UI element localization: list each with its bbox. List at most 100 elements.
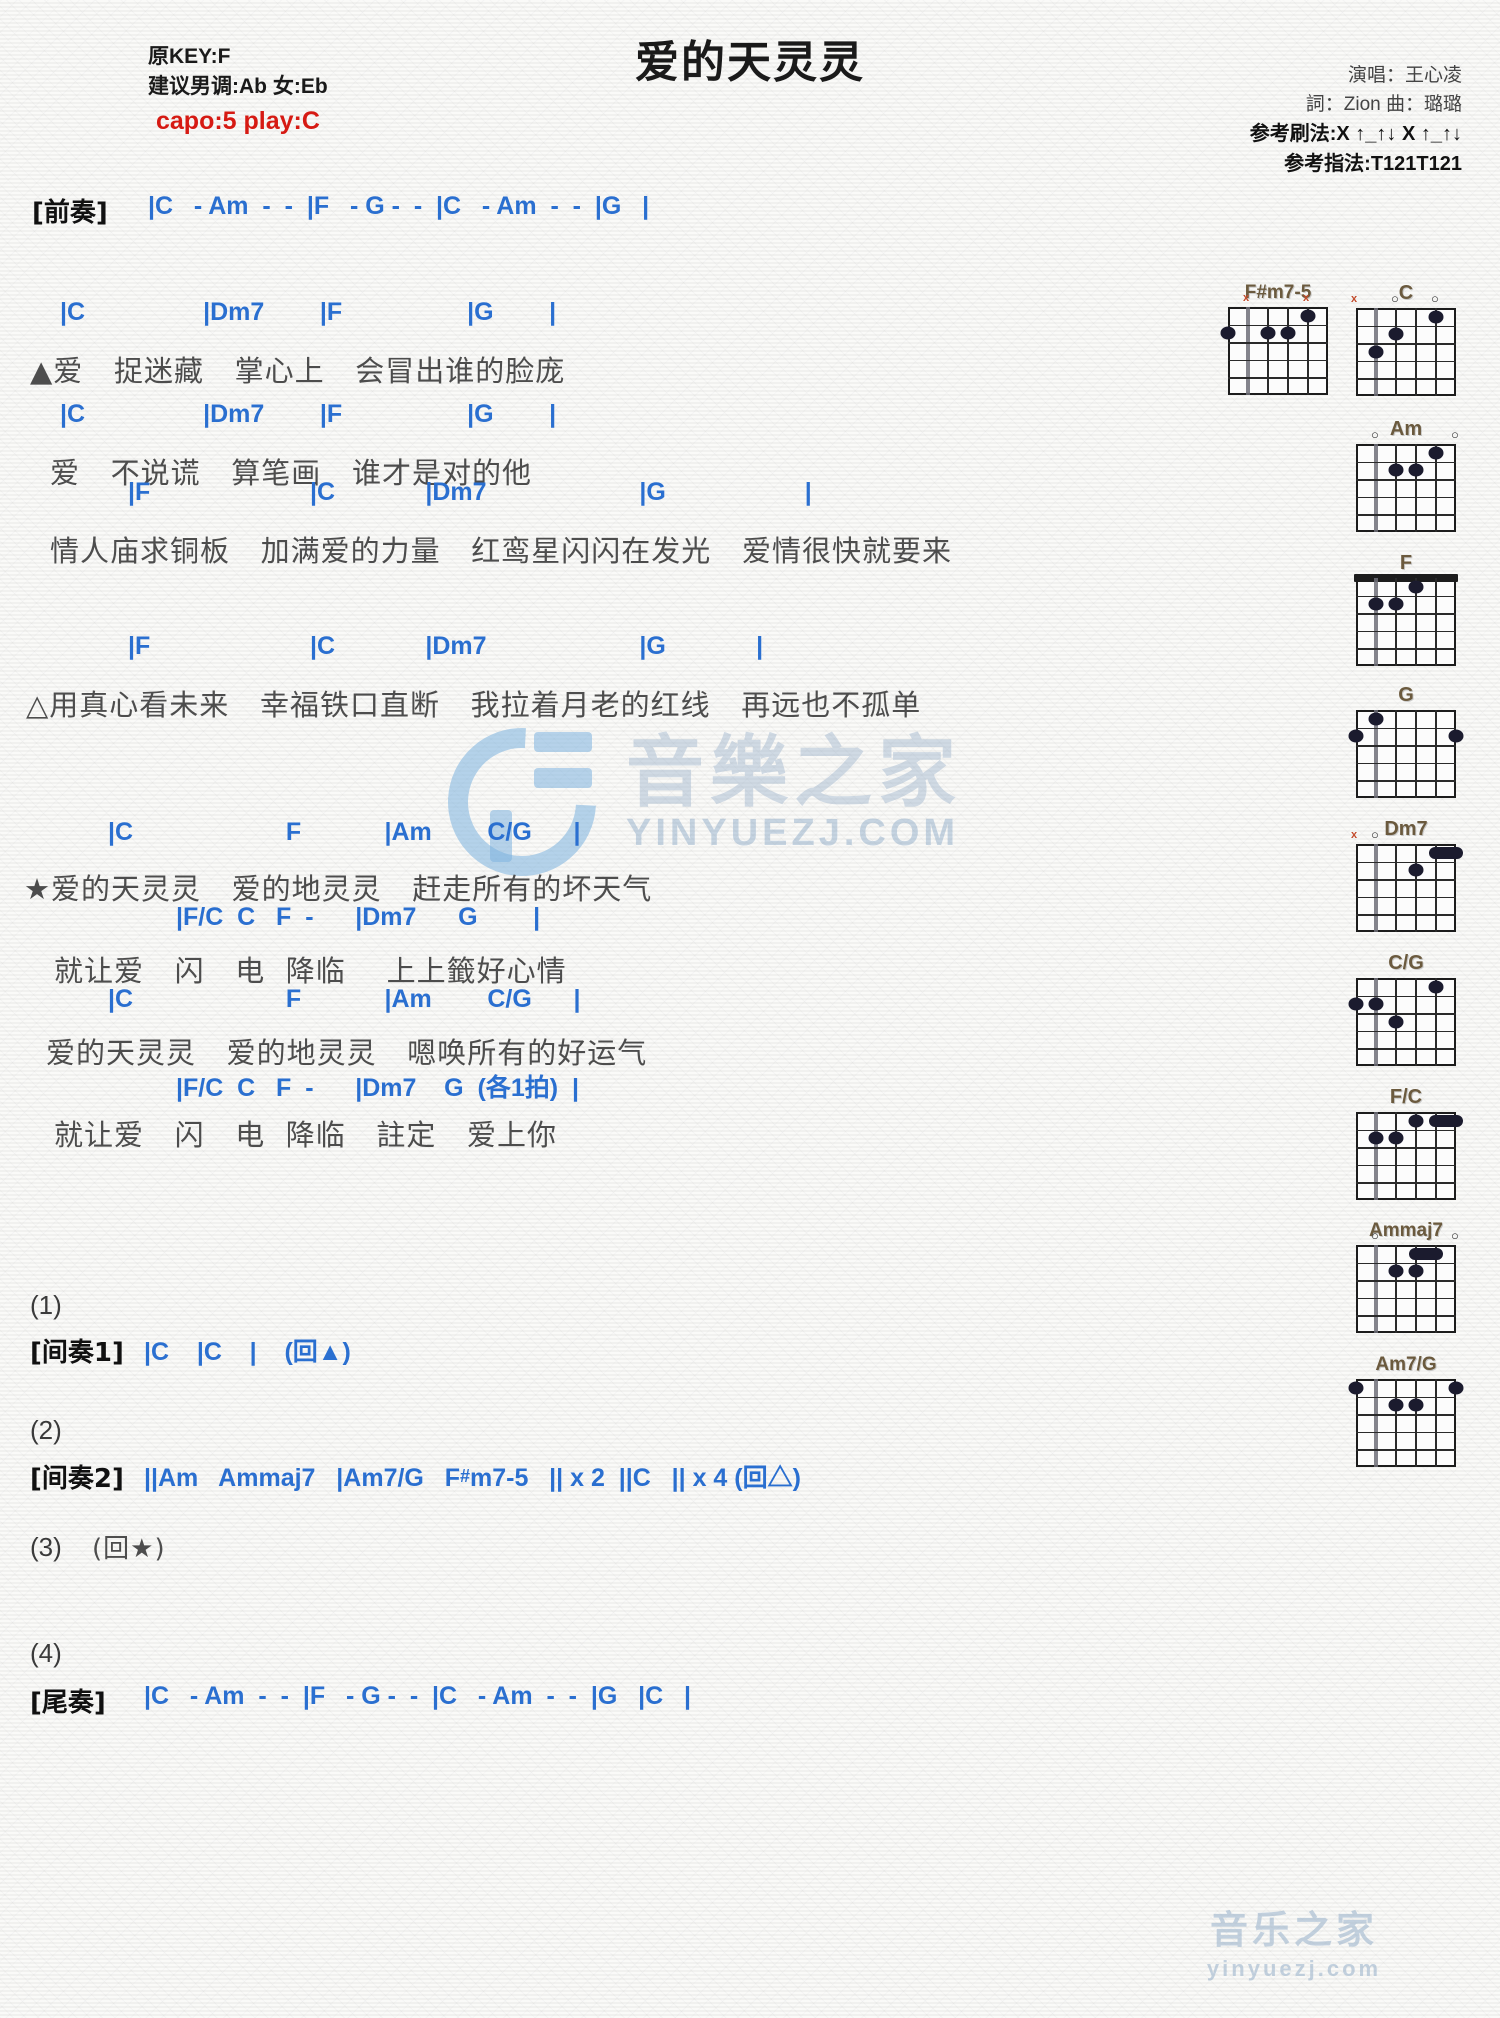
chord-grid (1356, 1112, 1463, 1200)
ending-1-num: (1) (30, 1290, 62, 1320)
finger-dot (1280, 326, 1296, 340)
finger-dot (1408, 463, 1424, 477)
chord-grid: ○ ○ (1356, 1229, 1459, 1333)
finger-dot (1348, 729, 1364, 743)
chord-grid (1354, 574, 1458, 666)
open-string-icon: ○ (1431, 291, 1439, 306)
verse2-line1-chords: |F |C |Dm7 |G | (128, 632, 764, 660)
ending-2-num: (2) (30, 1415, 62, 1445)
finger-dot (1408, 1114, 1424, 1128)
finger-dot (1388, 1398, 1404, 1412)
open-string-icon: ○ (1451, 427, 1459, 442)
finger-dot (1428, 310, 1444, 324)
fingerstyle-pattern: 参考指法:T121T121 (1284, 153, 1462, 175)
ending-1-label: [间奏1] (30, 1338, 124, 1368)
finger-dot (1220, 326, 1236, 340)
chord-diagram-f-c: F/C (1356, 1086, 1463, 1200)
finger-dot (1408, 1264, 1424, 1278)
chord-diagram-am: Am ○ ○ (1356, 418, 1459, 532)
chord-open-mute-markers (1356, 963, 1456, 977)
singer: 演唱：王心凌 (1347, 65, 1462, 86)
verse1-line1-lyric: ▲爱 捉迷藏 掌心上 会冒出谁的脸庞 (30, 354, 566, 388)
muted-string-icon: x (1351, 293, 1358, 305)
chord-diagram-dm7: Dm7 x ○ (1351, 818, 1463, 932)
finger-dot (1388, 597, 1404, 611)
finger-dot (1408, 1398, 1424, 1412)
chord-diagram-f-m7-5: F#m7-5 x x (1220, 282, 1328, 395)
nut-bar (1354, 574, 1458, 582)
finger-dot (1300, 309, 1316, 323)
capo-info: capo:5 play:C (156, 106, 320, 135)
ending-4-chords: |C - Am - - |F - G - - |C - Am - - |G |C… (144, 1682, 692, 1710)
finger-dot (1388, 1015, 1404, 1029)
muted-string-icon: x (1303, 292, 1310, 304)
muted-string-icon: x (1351, 829, 1358, 841)
strum-pattern: 参考刷法:X ↑_↑↓ X ↑_↑↓ (1249, 123, 1462, 145)
chord-open-mute-markers (1356, 1364, 1456, 1378)
chord-open-mute-markers (1356, 695, 1456, 709)
finger-dot (1368, 1131, 1384, 1145)
finger-dot (1388, 463, 1404, 477)
chord-diagram-f: F (1354, 552, 1458, 666)
header-right-info: 演唱：王心凌 詞：Zion 曲：璐璐 参考刷法:X ↑_↑↓ X ↑_↑↓ 参考… (1250, 62, 1462, 179)
open-string-icon: ○ (1391, 291, 1399, 306)
sharp-symbol: # (459, 1466, 470, 1486)
finger-dot (1428, 980, 1444, 994)
open-string-icon: ○ (1371, 1228, 1379, 1243)
chord-open-mute-markers: x ○ ○ (1351, 291, 1456, 307)
chord-open-mute-markers: x ○ (1351, 827, 1456, 843)
intro-label: [前奏] (32, 198, 108, 228)
chorus-line4-chords: |F/C C F - |Dm7 G (各1拍) | (176, 1074, 579, 1102)
chord-grid: x ○ (1351, 828, 1463, 932)
finger-dot (1408, 863, 1424, 877)
chord-grid (1348, 710, 1464, 798)
chorus-line2-lyric: 就让爱 闪 电 降临 上上籤好心情 (54, 954, 567, 988)
finger-dot (1428, 446, 1444, 460)
finger-dot (1368, 997, 1384, 1011)
chorus-line4-lyric: 就让爱 闪 电 降临 註定 爱上你 (54, 1118, 558, 1152)
chord-diagram-c: Cx ○ ○ (1351, 282, 1456, 396)
finger-dot (1260, 326, 1276, 340)
ending-2-label: [间奏2] (30, 1464, 124, 1494)
finger-dot (1388, 1264, 1404, 1278)
credits: 詞：Zion 曲：璐璐 (1305, 93, 1462, 115)
chord-grid: xx (1220, 292, 1328, 395)
verse1-line1-chords: |C |Dm7 |F |G | (60, 298, 557, 326)
finger-dot (1388, 327, 1404, 341)
finger-dot (1348, 997, 1364, 1011)
finger-dot (1368, 597, 1384, 611)
verse1-line2-chords: |C |Dm7 |F |G | (60, 400, 557, 428)
finger-dot (1408, 580, 1424, 594)
open-string-icon: ○ (1451, 1228, 1459, 1243)
finger-dot (1368, 712, 1384, 726)
ending-3-num: (3) (30, 1532, 62, 1562)
verse1-line3-lyric: 情人庙求铜板 加满爱的力量 红鸾星闪闪在发光 爱情很快就要来 (50, 534, 952, 568)
finger-dot (1368, 345, 1384, 359)
chord-diagram-g: G (1348, 684, 1464, 798)
chord-diagram-c-g: C/G (1348, 952, 1456, 1066)
chord-open-mute-markers: ○ ○ (1356, 1228, 1459, 1244)
ending-4-num: (4) (30, 1638, 62, 1668)
chord-grid: x ○ ○ (1351, 292, 1456, 396)
verse1-line3-chords: |F |C |Dm7 |G | (128, 478, 812, 506)
chorus-line2-chords: |F/C C F - |Dm7 G | (176, 903, 541, 931)
chord-diagram-ammaj7: Ammaj7 ○ ○ (1356, 1220, 1459, 1333)
open-string-icon: ○ (1371, 427, 1379, 442)
open-string-icon: ○ (1371, 827, 1379, 842)
verse2-line1-lyric: △用真心看未来 幸福铁口直断 我拉着月老的红线 再远也不孤单 (26, 688, 922, 722)
intro-chords: |C - Am - - |F - G - - |C - Am - - |G | (148, 192, 650, 220)
ending-1-chords: |C |C | (回▲) (144, 1338, 351, 1366)
chord-open-mute-markers (1356, 1097, 1456, 1111)
finger-dot (1388, 1131, 1404, 1145)
barre-bar (1429, 1114, 1463, 1127)
chord-diagram-am7-g: Am7/G (1348, 1354, 1464, 1467)
ending-4-label: [尾奏] (30, 1688, 106, 1718)
barre-bar (1429, 846, 1463, 859)
finger-dot (1448, 729, 1464, 743)
chord-grid (1348, 1379, 1464, 1467)
chorus-line3-chords: |C F |Am C/G | (108, 985, 581, 1013)
chorus-line1-chords: |C F |Am C/G | (108, 818, 581, 846)
muted-string-icon: x (1243, 292, 1250, 304)
finger-dot (1448, 1381, 1464, 1395)
finger-dot (1348, 1381, 1364, 1395)
